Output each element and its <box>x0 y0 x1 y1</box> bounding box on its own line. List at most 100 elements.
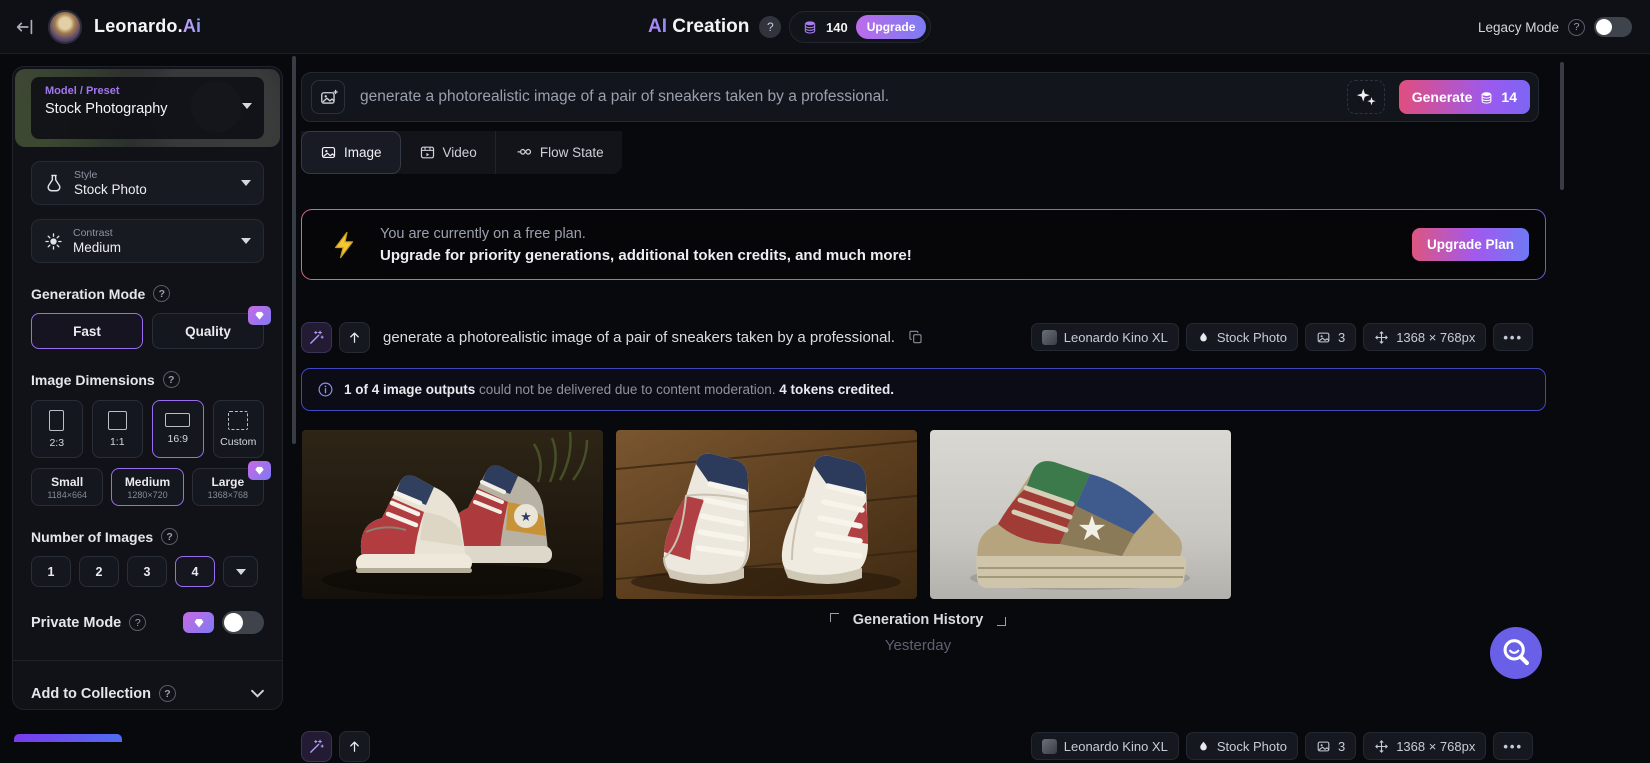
sidebar-scrollbar[interactable] <box>292 56 296 444</box>
magic-wand-icon[interactable] <box>301 731 332 762</box>
app-title: Leonardo.Ai <box>94 16 201 37</box>
size-small-button[interactable]: Small 1184×664 <box>31 468 103 506</box>
help-icon[interactable]: ? <box>161 528 178 545</box>
banner-line2: Upgrade for priority generations, additi… <box>380 247 912 264</box>
tab-flow-state[interactable]: Flow State <box>496 131 622 174</box>
chevron-down-icon <box>241 238 251 244</box>
model-badge[interactable]: Leonardo Kino XL <box>1031 732 1179 760</box>
image-count-badge[interactable]: 3 <box>1305 732 1356 760</box>
generated-image-1[interactable]: ★ <box>302 430 603 599</box>
video-icon <box>419 144 436 161</box>
premium-gem-icon <box>248 306 271 325</box>
collapse-sidebar-icon[interactable] <box>14 16 36 38</box>
generation-history-label: Generation History <box>853 612 984 628</box>
ratio-16-9-button[interactable]: 16:9 <box>152 400 204 458</box>
help-icon[interactable]: ? <box>159 685 176 702</box>
generate-cost: 14 <box>1501 89 1517 105</box>
copy-icon[interactable] <box>908 329 924 345</box>
model-preset-label: Model / Preset <box>45 85 168 97</box>
style-badge[interactable]: Stock Photo <box>1186 323 1298 351</box>
lightning-icon <box>330 230 360 260</box>
contrast-select[interactable]: Contrast Medium <box>31 219 264 263</box>
generated-image-3[interactable]: ★ <box>930 430 1231 599</box>
svg-text:★: ★ <box>520 509 532 524</box>
main-scrollbar[interactable] <box>1560 62 1564 190</box>
help-icon[interactable]: ? <box>163 371 180 388</box>
style-select[interactable]: Style Stock Photo <box>31 161 264 205</box>
generated-image-2[interactable] <box>616 430 917 599</box>
model-preset-value: Stock Photography <box>45 101 168 117</box>
chevron-down-icon <box>251 689 264 698</box>
chevron-down-icon <box>241 180 251 186</box>
more-options-button[interactable]: ••• <box>1493 732 1533 760</box>
token-count: 140 <box>826 20 848 35</box>
generation-settings-sidebar: Model / Preset Stock Photography Style S… <box>12 66 283 710</box>
dimensions-badge[interactable]: 1368 × 768px <box>1363 323 1486 351</box>
move-icon <box>1374 330 1389 345</box>
coins-icon <box>802 19 818 35</box>
legacy-mode-toggle[interactable] <box>1594 17 1632 37</box>
model-preset-select[interactable]: Model / Preset Stock Photography <box>31 77 264 139</box>
legacy-mode-help-icon[interactable]: ? <box>1568 19 1585 36</box>
magic-wand-icon[interactable] <box>301 322 332 353</box>
ratio-custom-button[interactable]: Custom <box>213 400 265 458</box>
count-4-button[interactable]: 4 <box>175 556 215 587</box>
prompt-enhance-sparkles-icon[interactable] <box>1347 80 1385 114</box>
private-mode-toggle[interactable] <box>222 611 264 634</box>
generate-button[interactable]: Generate 14 <box>1399 80 1530 114</box>
contrast-label: Contrast <box>73 227 121 239</box>
dimensions-badge[interactable]: 1368 × 768px <box>1363 732 1486 760</box>
tab-image[interactable]: Image <box>301 131 401 174</box>
portrait-ratio-icon <box>49 410 64 431</box>
upgrade-button[interactable]: Upgrade <box>856 15 927 39</box>
mode-fast-button[interactable]: Fast <box>31 313 143 349</box>
count-1-button[interactable]: 1 <box>31 556 71 587</box>
size-large-button[interactable]: Large 1368×768 <box>192 468 264 506</box>
sun-icon <box>44 232 63 251</box>
notice-bold: 1 of 4 image outputs <box>344 382 475 397</box>
image-dimensions-heading: Image Dimensions ? <box>31 371 264 388</box>
square-ratio-icon <box>108 411 127 430</box>
model-badge[interactable]: Leonardo Kino XL <box>1031 323 1179 351</box>
leonardo-logo[interactable] <box>48 10 82 44</box>
help-icon[interactable]: ? <box>153 285 170 302</box>
count-2-button[interactable]: 2 <box>79 556 119 587</box>
image-icon <box>1316 330 1331 345</box>
tab-video[interactable]: Video <box>401 131 496 174</box>
mode-quality-button[interactable]: Quality <box>152 313 264 349</box>
upgrade-plan-button[interactable]: Upgrade Plan <box>1412 228 1529 261</box>
more-options-button[interactable]: ••• <box>1493 323 1533 351</box>
prompt-input[interactable]: generate a photorealistic image of a pai… <box>360 88 1347 106</box>
info-icon <box>317 381 334 398</box>
add-to-collection-section[interactable]: Add to Collection ? <box>31 685 264 702</box>
image-count-badge[interactable]: 3 <box>1305 323 1356 351</box>
image-icon <box>320 144 337 161</box>
help-icon[interactable]: ? <box>129 614 146 631</box>
ratio-2-3-button[interactable]: 2:3 <box>31 400 83 458</box>
day-label: Yesterday <box>302 637 1534 654</box>
add-image-icon[interactable] <box>311 80 345 114</box>
divider <box>13 660 282 661</box>
help-icon[interactable]: ? <box>759 16 781 38</box>
reuse-prompt-arrow-icon[interactable] <box>339 731 370 762</box>
style-value: Stock Photo <box>74 182 147 197</box>
model-preset-card: Model / Preset Stock Photography <box>15 69 280 147</box>
size-medium-button[interactable]: Medium 1280×720 <box>111 468 183 506</box>
banner-line1: You are currently on a free plan. <box>380 226 912 242</box>
magnifier-smile-icon <box>1496 633 1536 673</box>
generation-header-row: generate a photorealistic image of a pai… <box>301 320 1533 354</box>
media-type-tabs: Image Video Flow State <box>301 131 622 174</box>
prompt-bar[interactable]: generate a photorealistic image of a pai… <box>301 72 1539 122</box>
count-3-button[interactable]: 3 <box>127 556 167 587</box>
add-to-collection-label: Add to Collection <box>31 686 151 702</box>
notice-text: could not be delivered due to content mo… <box>475 382 779 397</box>
count-dropdown-button[interactable] <box>223 556 258 587</box>
ratio-1-1-button[interactable]: 1:1 <box>92 400 144 458</box>
droplet-icon <box>1197 331 1210 344</box>
style-badge[interactable]: Stock Photo <box>1186 732 1298 760</box>
token-balance[interactable]: 140 Upgrade <box>789 11 931 43</box>
reuse-prompt-arrow-icon[interactable] <box>339 322 370 353</box>
droplet-icon <box>1197 740 1210 753</box>
moderation-notice: 1 of 4 image outputs could not be delive… <box>301 368 1546 411</box>
support-chat-button[interactable] <box>1490 627 1542 679</box>
